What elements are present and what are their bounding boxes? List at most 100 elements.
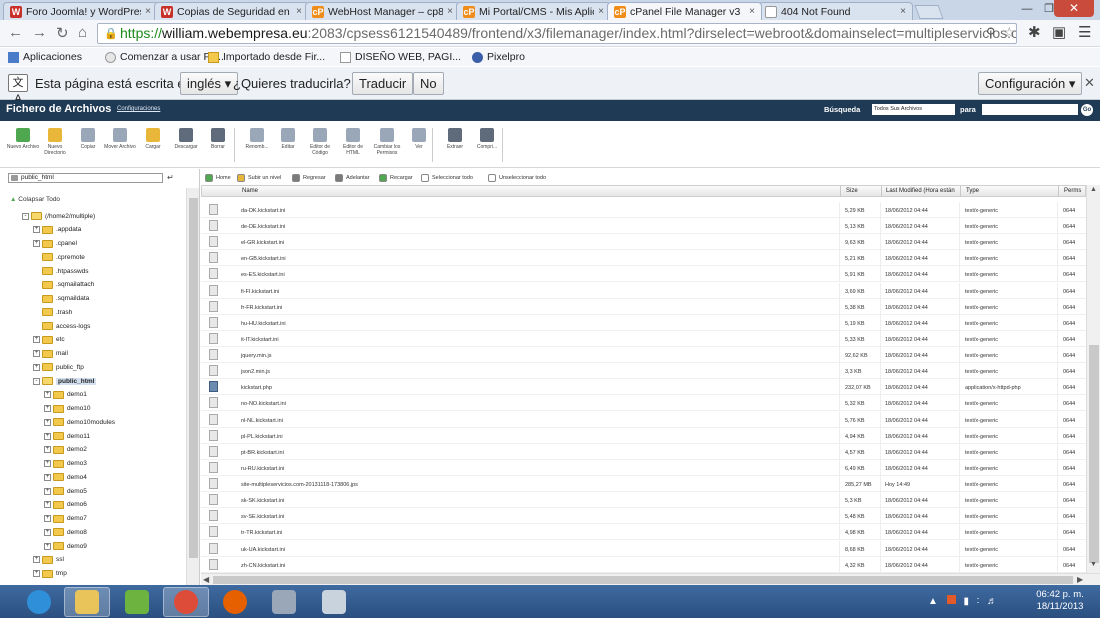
toolbar-new-file-button[interactable]: Nuevo Archivo: [6, 128, 40, 150]
tree-node[interactable]: .trash: [33, 306, 72, 318]
table-row[interactable]: pl-PL.kickstart.ini 4,94 KB 18/06/2012 04:…: [201, 427, 1086, 444]
column-separator[interactable]: [960, 186, 961, 197]
taskbar-app-button[interactable]: [311, 587, 357, 617]
tree-toggle-icon[interactable]: +: [44, 418, 51, 426]
battery-icon[interactable]: ▮: [963, 596, 969, 607]
zoom-search-icon[interactable]: ⚲: [986, 25, 996, 41]
tree-node[interactable]: - public_html: [33, 375, 97, 387]
column-header-name[interactable]: Name: [242, 188, 258, 194]
toolbar-delete-button[interactable]: Borrar: [201, 128, 235, 150]
toolbar-code-editor-button[interactable]: Editor de Código: [303, 128, 337, 156]
table-row[interactable]: pt-BR.kickstart.ini 4,57 KB 18/06/2012 04:…: [201, 443, 1086, 460]
taskbar-app-button[interactable]: [163, 587, 209, 617]
tree-toggle-icon[interactable]: +: [33, 363, 40, 371]
taskbar-app-button[interactable]: [114, 587, 160, 617]
tree-node[interactable]: + demo7: [44, 513, 87, 525]
table-row[interactable]: de-DE.kickstart.ini 5,13 KB 18/06/2012 04:…: [201, 218, 1086, 235]
file-hscroll-thumb[interactable]: [213, 576, 1073, 584]
tree-node[interactable]: + demo5: [44, 485, 87, 497]
tree-toggle-icon[interactable]: +: [44, 515, 51, 522]
nav-recargar-button[interactable]: Recargar: [379, 174, 413, 182]
nav-regresar-button[interactable]: Regresar: [292, 174, 326, 182]
tree-node[interactable]: + demo1: [44, 389, 87, 401]
table-row[interactable]: no-NO.kickstart.ini 5,32 KB 18/06/2012 04:…: [201, 395, 1086, 412]
tree-toggle-icon[interactable]: -: [33, 377, 40, 385]
tree-toggle-icon[interactable]: +: [44, 446, 51, 454]
tree-toggle-icon[interactable]: +: [33, 350, 40, 357]
browser-tab[interactable]: cP WebHost Manager – cp80 ×: [305, 2, 460, 20]
file-list-hscrollbar[interactable]: ◀ ▶: [201, 573, 1100, 585]
scroll-right-icon[interactable]: ▶: [1077, 575, 1083, 584]
back-icon[interactable]: ←: [8, 24, 23, 41]
table-row[interactable]: en-GB.kickstart.ini 5,21 KB 18/06/2012 04:…: [201, 250, 1086, 267]
tree-node[interactable]: + .appdata: [33, 224, 81, 236]
go-to-path-icon[interactable]: ↵: [167, 173, 174, 182]
table-row[interactable]: es-ES.kickstart.ini 5,91 KB 18/06/2012 04:…: [201, 266, 1086, 283]
bookmark-imported[interactable]: Importado desde Fir...: [208, 51, 325, 63]
table-row[interactable]: json2.min.js 3,3 KB 18/06/2012 04:44 text/x…: [201, 363, 1086, 380]
tab-close-icon[interactable]: ×: [900, 6, 906, 17]
tree-node[interactable]: + demo4: [44, 471, 87, 483]
nav-subir-un-nivel-button[interactable]: Subir un nivel: [237, 174, 281, 182]
tree-node[interactable]: + etc: [33, 334, 65, 346]
tree-toggle-icon[interactable]: +: [44, 542, 51, 550]
taskbar-app-button[interactable]: [64, 587, 110, 617]
tree-node[interactable]: + demo9: [44, 540, 87, 552]
settings-link[interactable]: Configuraciones: [117, 106, 160, 112]
table-row[interactable]: kickstart.php 232,07 KB 18/06/2012 04:44 ap…: [201, 379, 1086, 396]
taskbar-app-button[interactable]: [212, 587, 258, 617]
address-bar[interactable]: 🔒 https://william.webempresa.eu:2083/cps…: [97, 23, 1017, 44]
table-row[interactable]: it-IT.kickstart.ini 5,33 KB 18/06/2012 04:…: [201, 330, 1086, 347]
tree-node[interactable]: + mail: [33, 348, 68, 360]
tree-scrollbar[interactable]: [186, 188, 199, 585]
tray-app-icon[interactable]: [946, 595, 956, 604]
menu-icon[interactable]: ☰: [1078, 23, 1091, 41]
tab-close-icon[interactable]: ×: [749, 6, 755, 17]
search-scope-select[interactable]: Todos Sus Archivos: [872, 104, 955, 115]
table-row[interactable]: zh-CN.kickstart.ini 4,32 KB 18/06/2012 04:…: [201, 556, 1086, 573]
browser-tab[interactable]: cP Mi Portal/CMS - Mis Aplic ×: [456, 2, 611, 20]
column-separator[interactable]: [840, 186, 841, 197]
column-header-type[interactable]: Type: [966, 188, 979, 194]
search-go-button[interactable]: Go: [1081, 104, 1093, 116]
tree-toggle-icon[interactable]: +: [44, 473, 51, 481]
tree-node[interactable]: + public_ftp: [33, 361, 84, 373]
column-header-perms[interactable]: Perms: [1064, 188, 1081, 194]
toolbar-new-folder-button[interactable]: Nuevo Directorio: [38, 128, 72, 156]
minimize-button[interactable]: —: [1016, 2, 1038, 16]
toolbar-upload-button[interactable]: Cargar: [136, 128, 170, 150]
tree-node[interactable]: - (/home2/multiple): [22, 210, 95, 222]
table-row[interactable]: sv-SE.kickstart.ini 5,48 KB 18/06/2012 04:…: [201, 508, 1086, 525]
tree-toggle-icon[interactable]: +: [44, 501, 51, 509]
toolbar-html-editor-button[interactable]: Editor de HTML: [336, 128, 370, 156]
toolbar-permissions-button[interactable]: Cambiar los Permisos: [370, 128, 404, 156]
tab-close-icon[interactable]: ×: [447, 6, 453, 17]
table-row[interactable]: el-GR.kickstart.ini 9,63 KB 18/06/2012 04:…: [201, 234, 1086, 251]
translate-settings-button[interactable]: Configuración ▾: [978, 72, 1083, 95]
tree-toggle-icon[interactable]: +: [44, 460, 51, 467]
table-row[interactable]: uk-UA.kickstart.ini 8,68 KB 18/06/2012 04:…: [201, 540, 1086, 557]
toolbar-copy-button[interactable]: Copiar: [71, 128, 105, 150]
file-list-scrollbar[interactable]: ▲ ▼: [1086, 185, 1100, 573]
table-row[interactable]: da-DK.kickstart.ini 5,29 KB 18/06/2012 04:…: [201, 202, 1086, 218]
toolbar-view-button[interactable]: Ver: [402, 128, 436, 150]
tree-toggle-icon[interactable]: +: [44, 487, 51, 495]
toolbar-rename-button[interactable]: Renomb...: [240, 128, 274, 150]
forward-icon[interactable]: →: [32, 24, 47, 41]
browser-tab[interactable]: W Foro Joomla! y WordPress ×: [3, 2, 158, 20]
table-row[interactable]: tr-TR.kickstart.ini 4,98 KB 18/06/2012 04:…: [201, 524, 1086, 541]
bookmark-diseno-web[interactable]: DISEÑO WEB, PAGI...: [340, 51, 461, 63]
tree-toggle-icon[interactable]: +: [33, 556, 40, 564]
tree-node[interactable]: .htpasswds: [33, 265, 89, 277]
window-icon[interactable]: ▣: [1052, 23, 1066, 41]
toolbar-extract-button[interactable]: Extraer: [438, 128, 472, 150]
tree-node[interactable]: + demo10: [44, 403, 91, 415]
tree-toggle-icon[interactable]: +: [33, 226, 40, 234]
close-translate-icon[interactable]: ✕: [1084, 75, 1095, 91]
tree-node[interactable]: .cpremote: [33, 251, 85, 263]
collapse-all-link[interactable]: ▲ Colapsar Todo: [10, 196, 60, 203]
tree-node[interactable]: .sqmailattach: [33, 279, 94, 291]
column-header-last-modified[interactable]: Last Modified (Hora están: [886, 188, 955, 194]
tree-toggle-icon[interactable]: +: [33, 570, 40, 577]
tree-node[interactable]: + .cpanel: [33, 238, 77, 250]
